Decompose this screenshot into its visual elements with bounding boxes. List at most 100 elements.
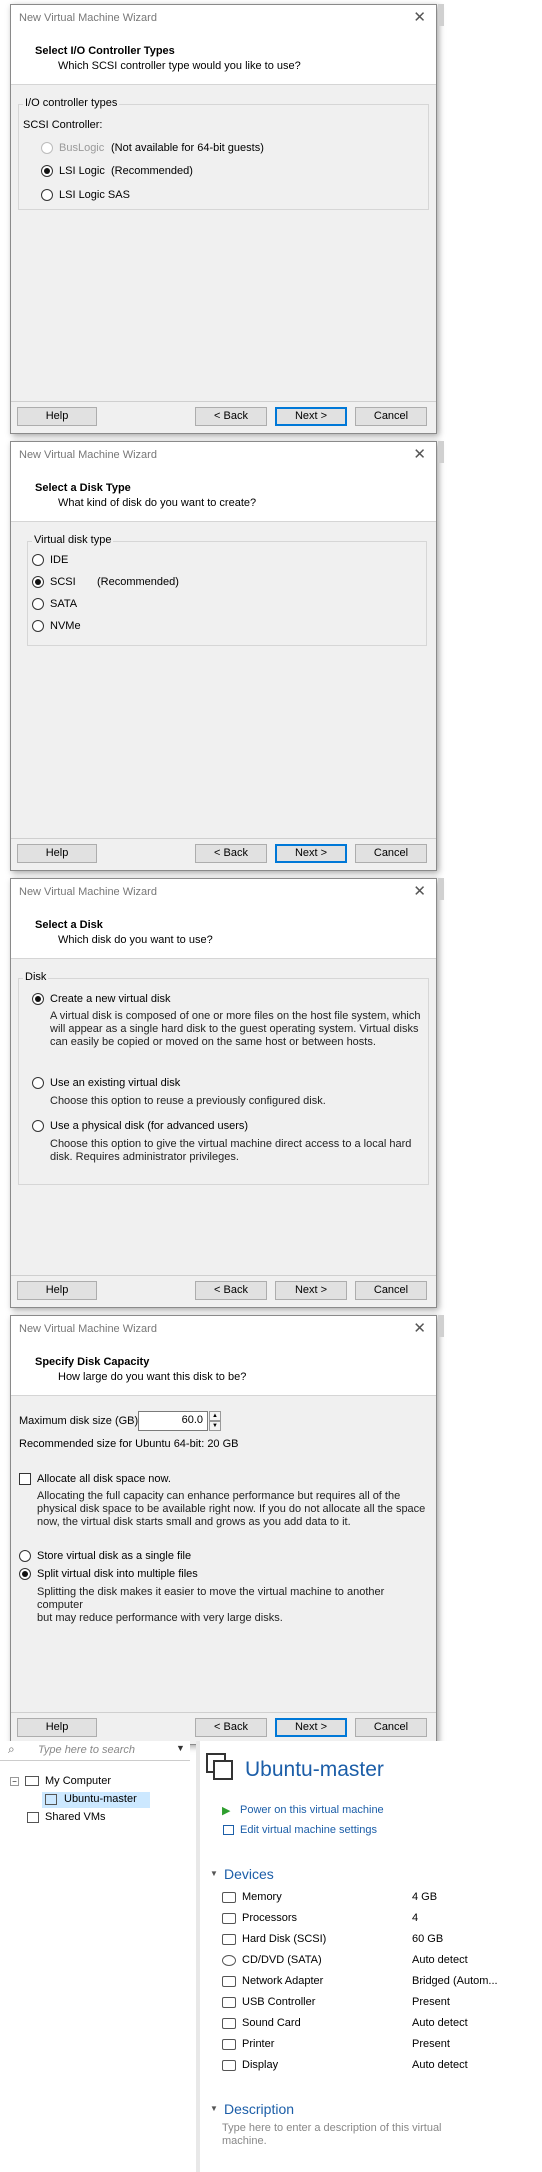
radio-button[interactable] (41, 165, 53, 177)
radio-button[interactable] (32, 576, 44, 588)
cancel-button[interactable]: Cancel (355, 844, 427, 863)
option-label[interactable]: Split virtual disk into multiple files (37, 1568, 198, 1580)
option-label[interactable]: SCSI (50, 576, 76, 588)
next-button[interactable]: Next > (275, 844, 347, 863)
close-icon[interactable]: ✕ (413, 1320, 426, 1338)
option-label[interactable]: IDE (50, 554, 68, 566)
radio-button[interactable] (19, 1568, 31, 1580)
collapse-toggle-icon[interactable]: − (10, 1777, 19, 1786)
chevron-down-icon[interactable]: ▼ (210, 2104, 218, 2113)
vm-summary-panel: Ubuntu-master ▶ Power on this virtual ma… (200, 1741, 542, 2172)
window-title: New Virtual Machine Wizard (19, 1323, 157, 1335)
device-row-network-adapter[interactable]: Network Adapter Bridged (Autom... (222, 1973, 542, 1991)
device-name: USB Controller (242, 1996, 316, 2008)
vm-icon (45, 1794, 57, 1805)
next-button[interactable]: Next > (275, 1281, 347, 1300)
devices-section-header[interactable]: ▼ Devices (206, 1866, 536, 1884)
scrollbar-thumb[interactable] (438, 878, 444, 900)
help-button[interactable]: Help (17, 844, 97, 863)
search-input[interactable]: Type here to search (38, 1744, 135, 1756)
close-icon[interactable]: ✕ (413, 9, 426, 27)
chevron-down-icon[interactable]: ▼ (210, 1869, 218, 1878)
max-disk-size-input[interactable]: 60.0 (138, 1411, 208, 1431)
window-titlebar[interactable]: New Virtual Machine Wizard ✕ (11, 879, 436, 907)
option-label[interactable]: LSI Logic SAS (59, 189, 130, 201)
checkbox-label[interactable]: Allocate all disk space now. (37, 1473, 171, 1485)
description-input[interactable]: Type here to enter a description of this… (222, 2122, 522, 2148)
description-line: Choose this option to reuse a previously… (50, 1095, 326, 1107)
device-row-sound-card[interactable]: Sound Card Auto detect (222, 2015, 542, 2033)
cancel-button[interactable]: Cancel (355, 407, 427, 426)
max-disk-size-spinner[interactable]: 60.0 ▲ ▼ (138, 1411, 222, 1431)
tree-item-label[interactable]: My Computer (45, 1775, 111, 1787)
radio-button[interactable] (32, 1077, 44, 1089)
radio-button[interactable] (19, 1550, 31, 1562)
power-on-label[interactable]: Power on this virtual machine (240, 1804, 384, 1816)
scrollbar-thumb[interactable] (438, 1315, 444, 1337)
page-title: Select I/O Controller Types (35, 45, 175, 57)
option-label[interactable]: SATA (50, 598, 77, 610)
spinner-down-button[interactable]: ▼ (209, 1421, 221, 1431)
memory-icon (222, 1892, 236, 1903)
option-label[interactable]: Store virtual disk as a single file (37, 1550, 191, 1562)
tree-item-label[interactable]: Ubuntu-master (64, 1793, 137, 1805)
radio-button[interactable] (32, 1120, 44, 1132)
help-button[interactable]: Help (17, 1281, 97, 1300)
option-label[interactable]: LSI Logic (59, 165, 105, 177)
option-label[interactable]: NVMe (50, 620, 81, 632)
radio-button[interactable] (32, 993, 44, 1005)
window-titlebar[interactable]: New Virtual Machine Wizard ✕ (11, 442, 436, 470)
processor-icon (222, 1913, 236, 1924)
window-titlebar[interactable]: New Virtual Machine Wizard ✕ (11, 1316, 436, 1344)
cancel-button[interactable]: Cancel (355, 1718, 427, 1737)
device-row-processors[interactable]: Processors 4 (222, 1910, 542, 1928)
window-titlebar[interactable]: New Virtual Machine Wizard ✕ (11, 5, 436, 33)
next-button[interactable]: Next > (275, 1718, 347, 1737)
device-row-memory[interactable]: Memory 4 GB (222, 1889, 542, 1907)
option-label[interactable]: Use a physical disk (for advanced users) (50, 1120, 248, 1132)
device-row-hard-disk[interactable]: Hard Disk (SCSI) 60 GB (222, 1931, 542, 1949)
checkbox[interactable] (19, 1473, 31, 1485)
scrollbar-thumb[interactable] (438, 4, 444, 26)
page-subtitle: Which disk do you want to use? (58, 934, 213, 946)
spinner-up-button[interactable]: ▲ (209, 1411, 221, 1421)
radio-button[interactable] (32, 620, 44, 632)
device-name: Printer (242, 2038, 275, 2050)
radio-button[interactable] (41, 189, 53, 201)
tree-item-shared-vms[interactable]: Shared VMs (0, 1810, 196, 1826)
next-button[interactable]: Next > (275, 407, 347, 426)
description-section-header[interactable]: ▼ Description (206, 2101, 536, 2119)
chevron-down-icon[interactable]: ▼ (176, 1743, 185, 1753)
tree-item-ubuntu-master[interactable]: Ubuntu-master (42, 1792, 150, 1808)
edit-settings-label[interactable]: Edit virtual machine settings (240, 1824, 377, 1836)
device-row-usb-controller[interactable]: USB Controller Present (222, 1994, 542, 2012)
library-search[interactable]: ⌕ Type here to search ▼ (0, 1741, 190, 1761)
back-button[interactable]: < Back (195, 1718, 267, 1737)
radio-button[interactable] (32, 598, 44, 610)
option-label[interactable]: Use an existing virtual disk (50, 1077, 180, 1089)
back-button[interactable]: < Back (195, 844, 267, 863)
radio-button[interactable] (32, 554, 44, 566)
back-button[interactable]: < Back (195, 1281, 267, 1300)
close-icon[interactable]: ✕ (413, 446, 426, 464)
group-label: Virtual disk type (32, 534, 114, 546)
help-button[interactable]: Help (17, 407, 97, 426)
device-value: Present (412, 1996, 450, 2008)
scrollbar-thumb[interactable] (438, 441, 444, 463)
back-button[interactable]: < Back (195, 407, 267, 426)
device-value: 4 GB (412, 1891, 438, 1903)
help-button[interactable]: Help (17, 1718, 97, 1737)
device-row-display[interactable]: Display Auto detect (222, 2057, 542, 2075)
option-label[interactable]: Create a new virtual disk (50, 993, 170, 1005)
device-name: Sound Card (242, 2017, 301, 2029)
device-row-cd-dvd[interactable]: CD/DVD (SATA) Auto detect (222, 1952, 542, 1970)
cancel-button[interactable]: Cancel (355, 1281, 427, 1300)
description-line: Allocating the full capacity can enhance… (37, 1490, 401, 1502)
tree-item-label[interactable]: Shared VMs (45, 1811, 106, 1823)
edit-settings-icon (223, 1825, 234, 1835)
close-icon[interactable]: ✕ (413, 883, 426, 901)
tree-item-my-computer[interactable]: − My Computer (0, 1774, 196, 1790)
vm-large-icon (206, 1753, 234, 1780)
device-value: Auto detect (412, 2059, 468, 2071)
device-row-printer[interactable]: Printer Present (222, 2036, 542, 2054)
